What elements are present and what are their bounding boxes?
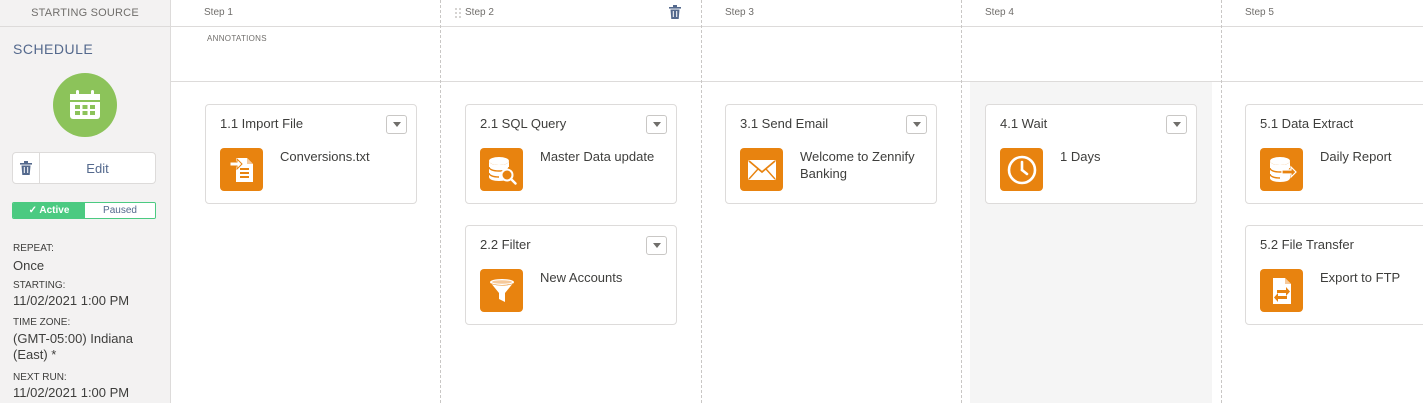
step-divider xyxy=(1221,0,1222,403)
active-toggle-option[interactable]: ✓ Active xyxy=(13,203,85,218)
activity-description: Export to FTP xyxy=(1320,270,1401,285)
activity-title: 5.2 File Transfer xyxy=(1260,237,1354,252)
activity-description: Master Data update xyxy=(540,149,655,164)
activity-description: Conversions.txt xyxy=(280,149,370,164)
step-1-title: Step 1 xyxy=(204,7,233,18)
trash-icon xyxy=(20,161,32,175)
step-divider xyxy=(961,0,962,403)
database-search-icon xyxy=(480,148,523,191)
activity-menu-dropdown[interactable] xyxy=(646,236,667,255)
filter-icon xyxy=(480,269,523,312)
starting-label: STARTING: xyxy=(13,280,66,291)
step-divider xyxy=(701,0,702,403)
activity-description: 1 Days xyxy=(1060,149,1101,164)
activity-menu-dropdown[interactable] xyxy=(646,115,667,134)
timezone-value-line2: (East) * xyxy=(13,347,57,362)
drag-handle-icon[interactable] xyxy=(454,7,462,19)
file-import-icon xyxy=(220,148,263,191)
starting-source-header: STARTING SOURCE xyxy=(0,0,170,27)
delete-step-icon[interactable] xyxy=(669,5,681,19)
activity-description: Welcome to Zennify Banking xyxy=(800,149,915,181)
activity-description: Daily Report xyxy=(1320,149,1392,164)
activity-menu-dropdown[interactable] xyxy=(906,115,927,134)
activity-menu-dropdown[interactable] xyxy=(1166,115,1187,134)
schedule-title: SCHEDULE xyxy=(13,41,94,57)
annotations-row: ANNOTATIONS xyxy=(171,27,1423,82)
data-extract-icon xyxy=(1260,148,1303,191)
activity-card-wait[interactable]: 4.1 Wait 1 Days xyxy=(985,104,1197,204)
activity-title: 2.1 SQL Query xyxy=(480,116,567,131)
starting-source-panel: STARTING SOURCE SCHEDULE Edit ✓ Active P… xyxy=(0,0,171,403)
activity-title: 5.1 Data Extract xyxy=(1260,116,1354,131)
clock-icon xyxy=(1000,148,1043,191)
activity-card-send-email[interactable]: 3.1 Send Email Welcome to Zennify Bankin… xyxy=(725,104,937,204)
delete-schedule-button[interactable] xyxy=(12,152,40,184)
activity-card-filter[interactable]: 2.2 Filter New Accounts xyxy=(465,225,677,325)
step-divider xyxy=(440,0,441,403)
nextrun-label: NEXT RUN: xyxy=(13,372,67,383)
step-5-title: Step 5 xyxy=(1245,7,1274,18)
file-transfer-icon xyxy=(1260,269,1303,312)
activity-title: 4.1 Wait xyxy=(1000,116,1048,131)
activity-title: 3.1 Send Email xyxy=(740,116,829,131)
timezone-label: TIME ZONE: xyxy=(13,317,71,328)
activity-description: New Accounts xyxy=(540,270,623,285)
paused-toggle-option[interactable]: Paused xyxy=(85,203,155,218)
step-2-title: Step 2 xyxy=(465,7,494,18)
activity-card-file-transfer[interactable]: 5.2 File Transfer Export to FTP xyxy=(1245,225,1423,325)
nextrun-value: 11/02/2021 1:00 PM xyxy=(13,385,130,400)
activity-title: 2.2 Filter xyxy=(480,237,531,252)
step-4-title: Step 4 xyxy=(985,7,1014,18)
step-header-row: Step 1 Step 2 Step 3 Step 4 Step 5 xyxy=(171,0,1423,27)
timezone-value-line1: (GMT-05:00) Indiana xyxy=(13,331,133,346)
repeat-label: REPEAT: xyxy=(13,243,54,254)
journey-canvas: Step 1 Step 2 Step 3 Step 4 Step 5 ANNOT… xyxy=(171,0,1423,403)
envelope-icon xyxy=(740,148,783,191)
activity-card-sql-query[interactable]: 2.1 SQL Query Master Data update xyxy=(465,104,677,204)
activity-card-import-file[interactable]: 1.1 Import File Conversions.txt xyxy=(205,104,417,204)
schedule-actions: Edit xyxy=(12,152,156,184)
activity-card-data-extract[interactable]: 5.1 Data Extract Daily Report xyxy=(1245,104,1423,204)
starting-value: 11/02/2021 1:00 PM xyxy=(13,293,130,308)
status-toggle: ✓ Active Paused xyxy=(12,202,156,219)
edit-button[interactable]: Edit xyxy=(40,152,156,184)
activity-menu-dropdown[interactable] xyxy=(386,115,407,134)
annotations-label: ANNOTATIONS xyxy=(207,34,267,43)
activity-title: 1.1 Import File xyxy=(220,116,304,131)
repeat-value: Once xyxy=(13,258,45,273)
calendar-icon[interactable] xyxy=(53,73,117,137)
step-3-title: Step 3 xyxy=(725,7,754,18)
